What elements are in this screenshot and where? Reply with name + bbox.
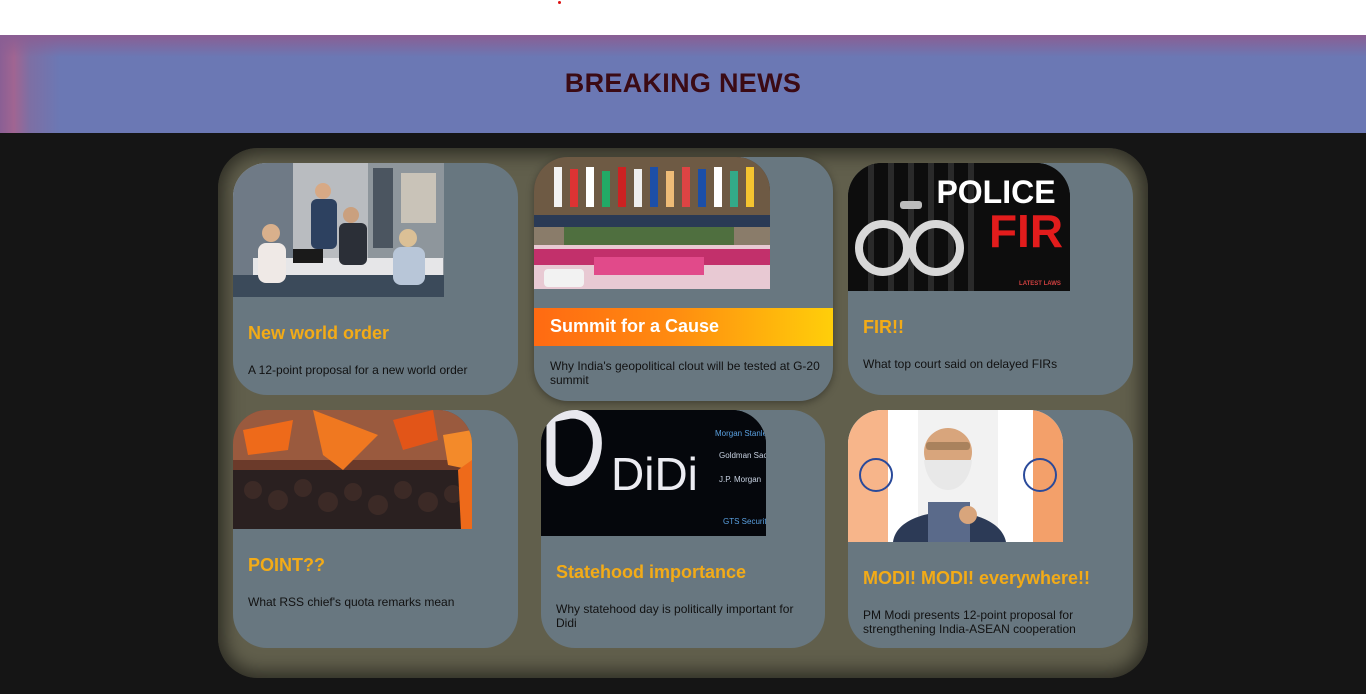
rally-flags-image[interactable] xyxy=(233,410,472,529)
card-title[interactable]: Summit for a Cause xyxy=(550,316,719,337)
card-description: What top court said on delayed FIRs xyxy=(863,357,1058,371)
image-text-bank-2: Goldman Sachs xyxy=(719,451,766,460)
g20-summit-image[interactable] xyxy=(534,157,770,289)
image-text-fir: FIR xyxy=(989,205,1063,257)
card-description: What RSS chief's quota remarks mean xyxy=(248,595,455,609)
office-meeting-image[interactable] xyxy=(233,163,444,297)
image-text-didi: DiDi xyxy=(611,448,698,500)
card-description: A 12-point proposal for a new world orde… xyxy=(248,363,468,377)
card-title[interactable]: Statehood importance xyxy=(556,562,746,583)
red-dot xyxy=(558,1,561,4)
top-bar xyxy=(0,0,1366,35)
banner-title: BREAKING NEWS xyxy=(564,68,802,98)
police-fir-image[interactable]: POLICE FIR LATEST LAWS xyxy=(848,163,1070,291)
card-title[interactable]: New world order xyxy=(248,323,389,344)
image-text-bank-3: J.P. Morgan xyxy=(719,475,761,484)
news-card-statehood[interactable]: DiDi Morgan Stanley Goldman Sachs J.P. M… xyxy=(541,410,825,648)
news-card-summit[interactable]: Summit for a Cause Why India's geopoliti… xyxy=(534,157,833,401)
news-card-new-world-order[interactable]: New world order A 12-point proposal for … xyxy=(233,163,518,395)
image-text-bank-4: GTS Securities xyxy=(723,517,766,526)
modi-portrait-image[interactable] xyxy=(848,410,1063,542)
card-description: PM Modi presents 12-point proposal for s… xyxy=(863,608,1076,636)
breaking-news-banner: BREAKING NEWS xyxy=(0,35,1366,133)
card-title[interactable]: POINT?? xyxy=(248,555,325,576)
summit-title-bar[interactable]: Summit for a Cause xyxy=(534,308,833,346)
didi-logo-image[interactable]: DiDi Morgan Stanley Goldman Sachs J.P. M… xyxy=(541,410,766,536)
card-title[interactable]: MODI! MODI! everywhere!! xyxy=(863,568,1090,589)
news-card-fir[interactable]: POLICE FIR LATEST LAWS FIR!! What top co… xyxy=(848,163,1133,395)
card-title[interactable]: FIR!! xyxy=(863,317,904,338)
card-description: Why statehood day is politically importa… xyxy=(556,602,794,630)
news-card-modi[interactable]: MODI! MODI! everywhere!! PM Modi present… xyxy=(848,410,1133,648)
image-text-bank-1: Morgan Stanley xyxy=(715,429,766,438)
image-text-tag: LATEST LAWS xyxy=(1019,281,1061,287)
card-description: Why India's geopolitical clout will be t… xyxy=(550,359,820,387)
news-card-point[interactable]: POINT?? What RSS chief's quota remarks m… xyxy=(233,410,518,648)
